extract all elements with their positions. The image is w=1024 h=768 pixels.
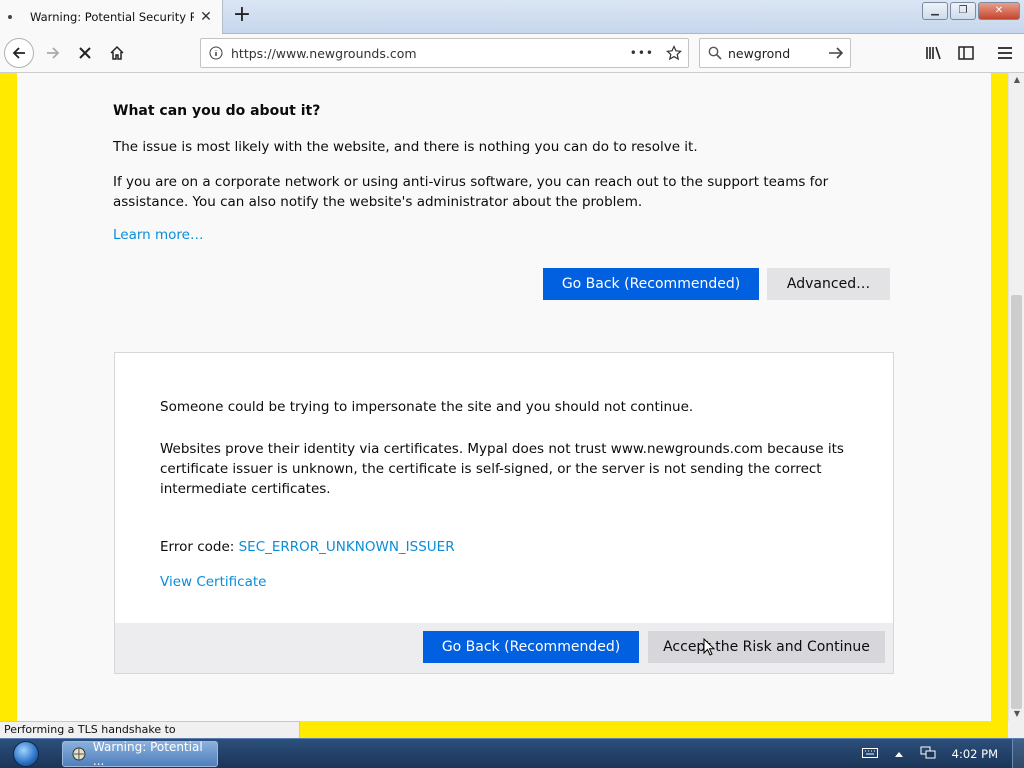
menu-button[interactable]	[990, 38, 1020, 68]
tab-bar: Warning: Potential Security Risk Ahead ✕…	[0, 0, 1024, 34]
tab-title: Warning: Potential Security Risk Ahead	[30, 10, 194, 24]
hamburger-menu-icon	[998, 47, 1012, 59]
error-code-link[interactable]: SEC_ERROR_UNKNOWN_ISSUER	[239, 539, 455, 555]
tab-loading-icon	[8, 15, 12, 19]
bookmark-star-icon[interactable]	[666, 45, 682, 61]
search-bar[interactable]: newgrond	[699, 38, 851, 68]
forward-button[interactable]	[38, 38, 68, 68]
tray-expand-icon[interactable]	[894, 747, 904, 761]
site-info-icon[interactable]	[209, 46, 223, 60]
keyboard-icon[interactable]	[861, 747, 878, 761]
advanced-panel-footer: Go Back (Recommended) Accept the Risk an…	[115, 623, 893, 673]
explanation-text: The issue is most likely with the websit…	[113, 139, 698, 155]
mouse-cursor-icon	[703, 638, 715, 656]
taskbar-clock[interactable]: 4:02 PM	[952, 747, 998, 761]
vertical-scrollbar[interactable]: ▲ ▼	[1008, 73, 1024, 721]
section-heading: What can you do about it?	[113, 103, 321, 119]
taskbar-item-label: Warning: Potential ...	[92, 740, 203, 768]
minimize-button[interactable]: ▁	[922, 2, 948, 20]
sidebar-button[interactable]	[951, 38, 981, 68]
taskbar-browser-item[interactable]: Warning: Potential ...	[62, 740, 218, 768]
show-desktop-button[interactable]	[1012, 739, 1024, 768]
stop-icon	[79, 47, 91, 59]
go-back-button[interactable]: Go Back (Recommended)	[543, 268, 759, 300]
home-button[interactable]	[102, 38, 132, 68]
forward-arrow-icon	[47, 47, 60, 59]
window-controls: ▁ ❐ ✕	[920, 2, 1020, 20]
library-icon	[926, 46, 941, 60]
back-button[interactable]	[4, 38, 34, 68]
windows-taskbar: Warning: Potential ... 4:02 PM	[0, 738, 1024, 768]
learn-more-link[interactable]: Learn more…	[113, 227, 204, 243]
error-code-line: Error code: SEC_ERROR_UNKNOWN_ISSUER	[160, 539, 455, 555]
accept-risk-button[interactable]: Accept the Risk and Continue	[648, 631, 885, 663]
view-certificate-link[interactable]: View Certificate	[160, 574, 266, 590]
windows-logo-icon	[13, 741, 39, 767]
advanced-panel: Someone could be trying to impersonate t…	[114, 352, 894, 674]
search-icon	[708, 46, 722, 60]
browser-app-icon	[72, 747, 86, 761]
search-input[interactable]: newgrond	[728, 46, 828, 61]
go-back-recommended-button[interactable]: Go Back (Recommended)	[423, 631, 639, 663]
navigation-toolbar: https://www.newgrounds.com ••• newgrond	[0, 34, 1024, 73]
search-go-arrow-icon[interactable]	[828, 46, 844, 60]
url-bar[interactable]: https://www.newgrounds.com •••	[200, 38, 689, 68]
back-arrow-icon	[12, 47, 25, 59]
url-text[interactable]: https://www.newgrounds.com	[231, 46, 630, 61]
status-bar-spacer	[300, 721, 1008, 738]
network-icon[interactable]	[920, 746, 936, 763]
scroll-down-arrow-icon[interactable]: ▼	[1009, 707, 1024, 721]
sidebar-icon	[958, 46, 974, 60]
advanced-button[interactable]: Advanced…	[767, 268, 890, 300]
error-page: What can you do about it? The issue is m…	[17, 73, 991, 721]
scroll-up-arrow-icon[interactable]: ▲	[1009, 73, 1024, 87]
certificate-explanation: Websites prove their identity via certif…	[160, 441, 844, 497]
page-viewport: What can you do about it? The issue is m…	[0, 73, 1008, 721]
stop-button[interactable]	[70, 38, 100, 68]
scrollbar-thumb[interactable]	[1011, 295, 1022, 709]
status-bar: Performing a TLS handshake to www.newgro…	[0, 721, 300, 752]
corporate-network-text: If you are on a corporate network or usi…	[113, 174, 829, 210]
tab-active[interactable]: Warning: Potential Security Risk Ahead ✕	[0, 0, 223, 34]
new-tab-button[interactable]: +	[230, 4, 254, 28]
library-button[interactable]	[919, 38, 949, 68]
start-button[interactable]	[4, 740, 48, 768]
system-tray: 4:02 PM	[861, 739, 1024, 768]
page-actions-icon[interactable]: •••	[630, 46, 654, 60]
close-window-button[interactable]: ✕	[978, 2, 1020, 20]
tab-close-icon[interactable]: ✕	[198, 9, 214, 25]
error-code-label: Error code:	[160, 539, 239, 555]
scrollbar-corner	[1008, 721, 1024, 738]
home-icon	[110, 45, 124, 60]
maximize-button[interactable]: ❐	[950, 2, 976, 20]
impersonation-warning: Someone could be trying to impersonate t…	[160, 399, 694, 415]
